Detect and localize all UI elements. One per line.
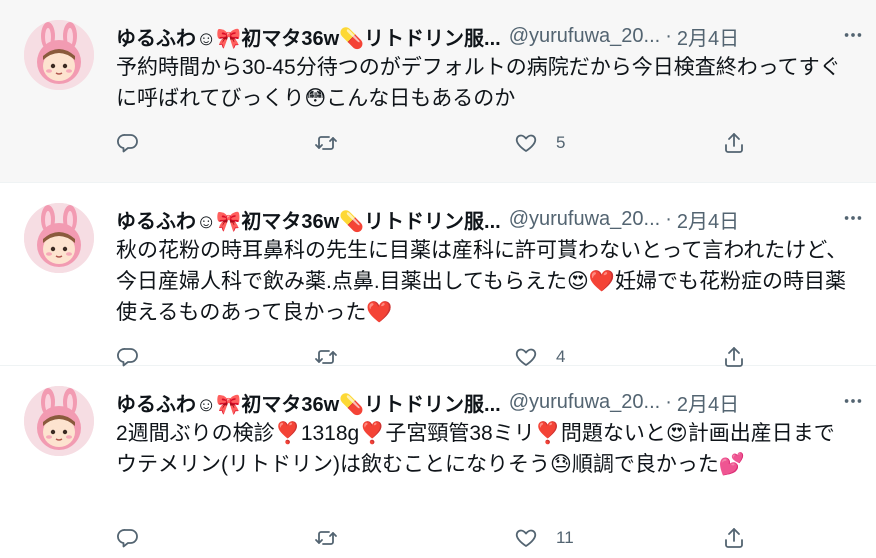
like-count: 5	[556, 133, 566, 152]
display-name[interactable]: ゆるふわ☺🎀初マタ36w💊リトドリン服...	[116, 22, 501, 51]
like-button[interactable]: 11	[514, 526, 574, 550]
tweet-header: ゆるふわ☺🎀初マタ36w💊リトドリン服... @yurufuwa_20... ·…	[116, 388, 816, 416]
separator: ·	[665, 390, 672, 413]
tweet-actions: 5	[108, 126, 836, 160]
display-name[interactable]: ゆるふわ☺🎀初マタ36w💊リトドリン服...	[116, 388, 501, 417]
timeline: ゆるふわ☺🎀初マタ36w💊リトドリン服... @yurufuwa_20... ·…	[0, 0, 876, 558]
bunny-avatar-icon	[24, 20, 94, 90]
reply-icon	[117, 134, 138, 153]
avatar[interactable]	[24, 203, 94, 273]
user-handle[interactable]: @yurufuwa_20...	[509, 25, 661, 48]
heart-icon	[515, 134, 537, 152]
tweet-header: ゆるふわ☺🎀初マタ36w💊リトドリン服... @yurufuwa_20... ·…	[116, 22, 816, 50]
retweet-button[interactable]	[314, 526, 356, 550]
reply-button[interactable]	[116, 526, 158, 550]
display-name[interactable]: ゆるふわ☺🎀初マタ36w💊リトドリン服...	[116, 205, 501, 234]
more-options-icon[interactable]	[838, 20, 868, 50]
like-count: 4	[556, 347, 566, 366]
separator: ·	[665, 207, 672, 230]
tweet-text: 2週間ぶりの検診❣️1318g❣️子宮頸管38ミリ❣️問題ないと😍計画出産日まで…	[116, 422, 835, 476]
reply-icon	[117, 529, 138, 548]
timestamp[interactable]: 2月4日	[677, 388, 739, 417]
tweet[interactable]: ゆるふわ☺🎀初マタ36w💊リトドリン服... @yurufuwa_20... ·…	[0, 366, 876, 558]
timestamp[interactable]: 2月4日	[677, 205, 739, 234]
share-button[interactable]	[722, 526, 746, 550]
share-button[interactable]	[722, 131, 746, 155]
user-handle[interactable]: @yurufuwa_20...	[509, 208, 661, 231]
bunny-avatar-icon	[24, 386, 94, 456]
retweet-icon	[315, 136, 337, 150]
heart-icon	[515, 529, 537, 547]
more-options-icon[interactable]	[838, 203, 868, 233]
avatar[interactable]	[24, 20, 94, 90]
tweet[interactable]: ゆるふわ☺🎀初マタ36w💊リトドリン服... @yurufuwa_20... ·…	[0, 183, 876, 367]
tweet[interactable]: ゆるふわ☺🎀初マタ36w💊リトドリン服... @yurufuwa_20... ·…	[0, 0, 876, 183]
retweet-button[interactable]	[314, 131, 356, 155]
reply-button[interactable]	[116, 131, 158, 155]
like-count: 11	[556, 528, 574, 547]
separator: ·	[665, 24, 672, 47]
share-icon	[725, 133, 743, 153]
avatar[interactable]	[24, 386, 94, 456]
tweet-actions: 11	[108, 521, 836, 555]
user-handle[interactable]: @yurufuwa_20...	[509, 391, 661, 414]
tweet-text: 予約時間から30-45分待つのがデフォルトの病院だから今日検査終わってすぐに呼ば…	[116, 56, 841, 110]
retweet-icon	[315, 531, 337, 545]
tweet-text: 秋の花粉の時耳鼻科の先生に目薬は産科に許可貰わないとって言われたけど、今日産婦人…	[116, 239, 848, 324]
tweet-header: ゆるふわ☺🎀初マタ36w💊リトドリン服... @yurufuwa_20... ·…	[116, 205, 816, 233]
more-options-icon[interactable]	[838, 386, 868, 416]
bunny-avatar-icon	[24, 203, 94, 273]
timestamp[interactable]: 2月4日	[677, 22, 739, 51]
share-icon	[725, 528, 743, 548]
like-button[interactable]: 5	[514, 131, 565, 155]
